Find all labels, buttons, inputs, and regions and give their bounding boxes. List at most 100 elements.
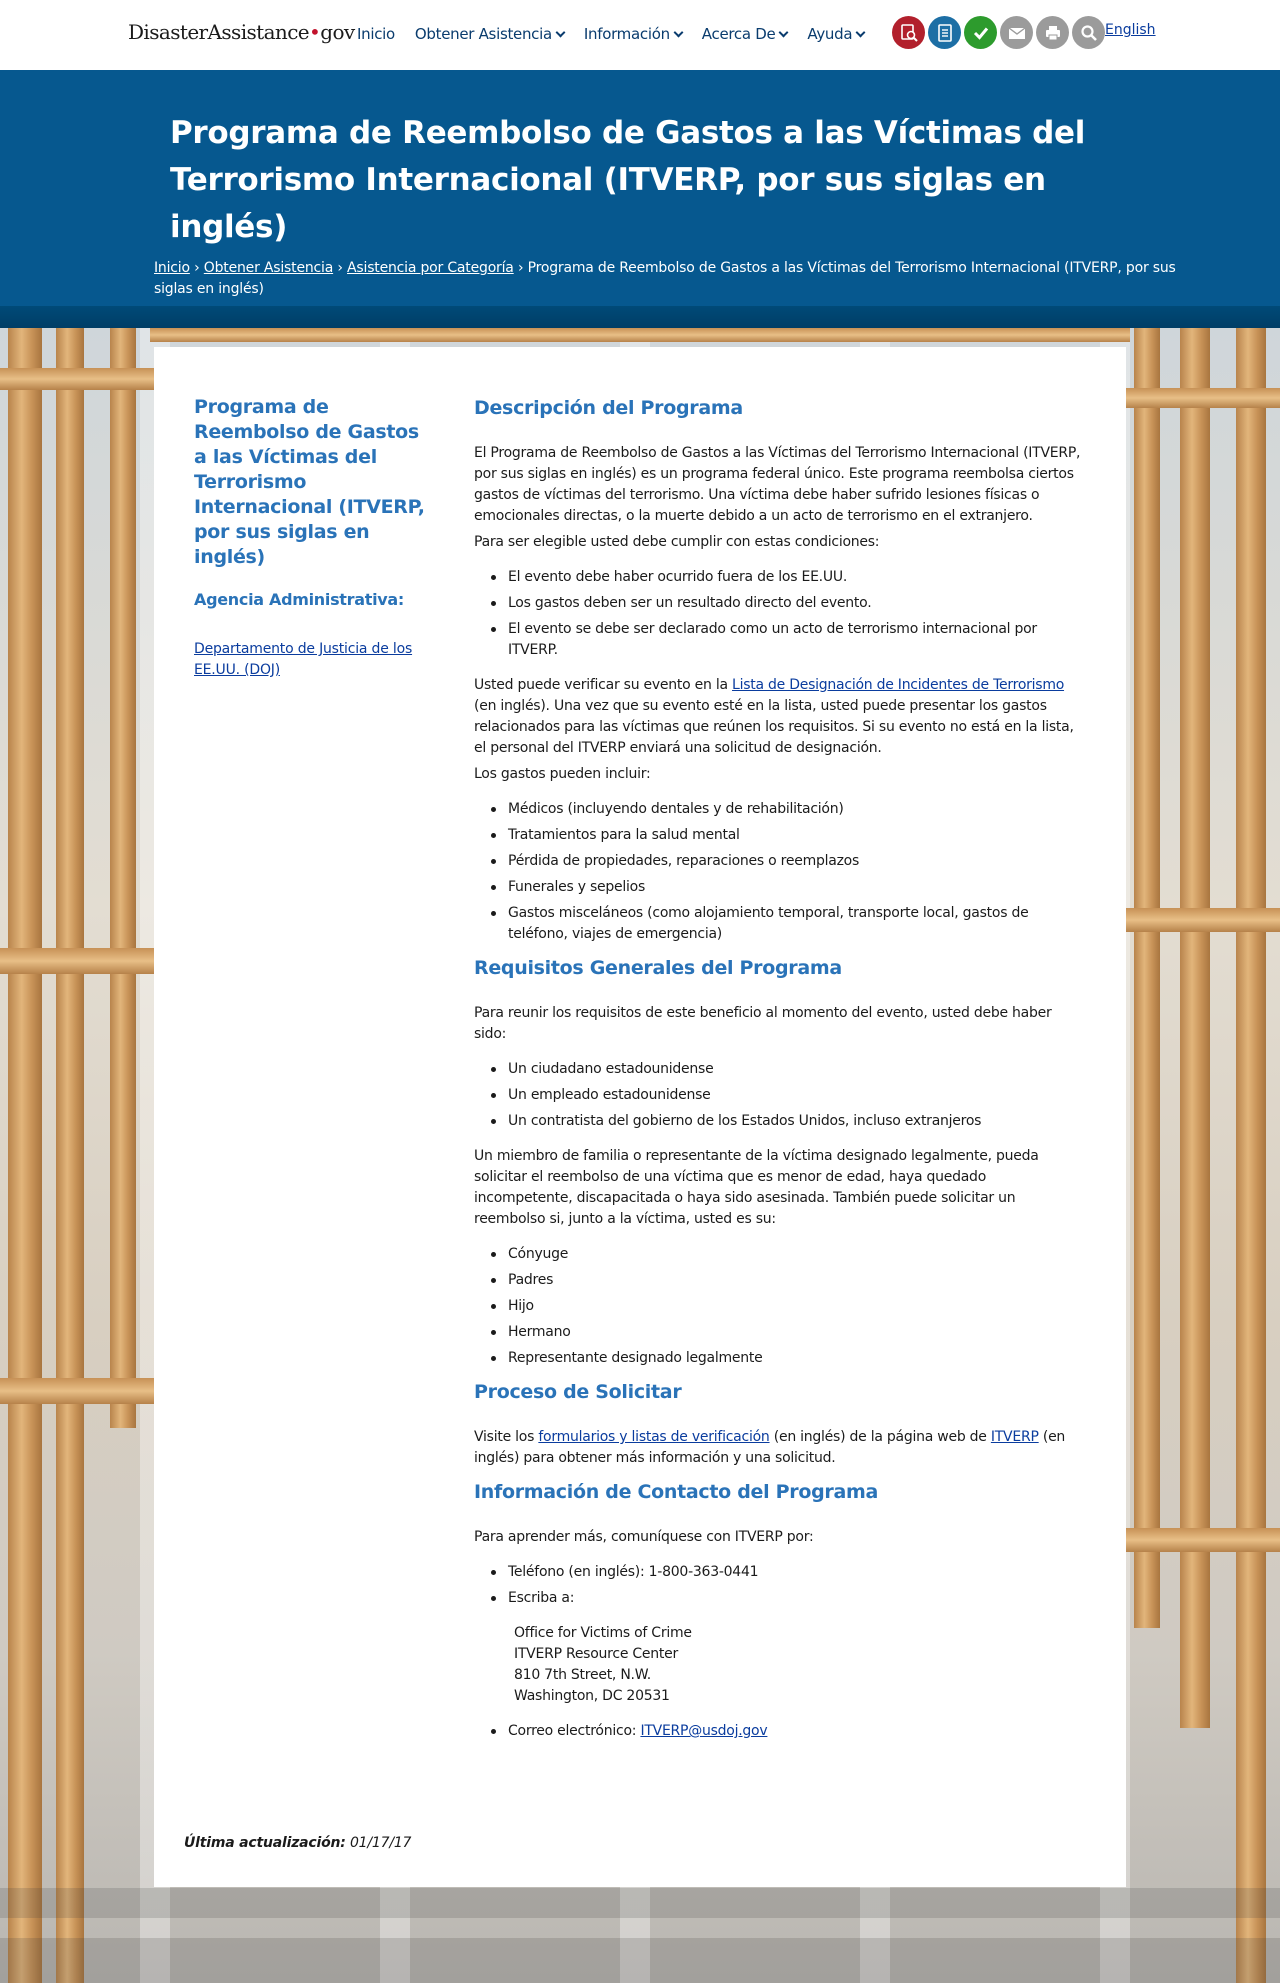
wood-beam	[1126, 1528, 1280, 1552]
family-paragraph: Un miembro de familia o representante de…	[474, 1148, 1039, 1227]
wood-stud	[1134, 328, 1160, 1628]
application-text: (en inglés) de la página web de	[769, 1429, 991, 1445]
address-line: ITVERP Resource Center	[514, 1646, 678, 1662]
top-header: DisasterAssistance•gov Inicio Obtener As…	[0, 0, 1280, 70]
list-item: Un empleado estadounidense	[474, 1085, 1084, 1106]
contact-list: Teléfono (en inglés): 1-800-363-0441 Esc…	[474, 1562, 1084, 1609]
email-icon[interactable]	[1000, 16, 1033, 49]
last-updated-date: 01/17/17	[349, 1835, 412, 1851]
breadcrumb-separator: ›	[194, 260, 200, 276]
main-nav: Inicio Obtener Asistencia Información Ac…	[357, 25, 884, 43]
wood-beam	[1126, 908, 1280, 932]
expenses-intro: Los gastos pueden incluir:	[474, 766, 651, 782]
site-logo[interactable]: DisasterAssistance•gov	[128, 20, 355, 44]
terrorism-incident-list-link[interactable]: Lista de Designación de Incidentes de Te…	[732, 677, 1064, 693]
content-card: Programa de Reembolso de Gastos a las Ví…	[154, 347, 1126, 1887]
list-item: El evento se debe ser declarado como un …	[474, 619, 1084, 661]
breadcrumb-separator: ›	[517, 260, 524, 276]
wood-stud	[56, 328, 84, 1983]
section-heading-requirements: Requisitos Generales del Programa	[474, 957, 842, 979]
logo-text-gov: gov	[320, 20, 355, 44]
email-label: Correo electrónico:	[508, 1723, 641, 1739]
wood-beam	[1126, 388, 1280, 408]
breadcrumb-separator: ›	[337, 260, 343, 276]
main-content: Descripción del Programa El Programa de …	[474, 395, 1084, 1742]
application-paragraph: Visite los formularios y listas de verif…	[474, 1427, 1084, 1469]
wood-beam	[0, 948, 154, 974]
nav-label: Información	[583, 25, 670, 43]
floor-shadow	[0, 1888, 1280, 1918]
requirements-intro: Para reunir los requisitos de este benef…	[474, 1005, 1052, 1042]
breadcrumb-link-obtener-asistencia[interactable]: Obtener Asistencia	[204, 260, 334, 276]
nav-item-obtener-asistencia[interactable]: Obtener Asistencia	[414, 25, 566, 43]
utility-toolbar	[892, 16, 1105, 49]
list-item: Los gastos deben ser un resultado direct…	[474, 593, 1084, 614]
list-item: El evento debe haber ocurrido fuera de l…	[474, 567, 1084, 588]
banner-bottom-strip	[0, 306, 1280, 328]
chevron-down-icon	[778, 27, 789, 37]
sidebar-program-title: Programa de Reembolso de Gastos a las Ví…	[194, 396, 425, 568]
search-doc-icon[interactable]	[892, 16, 925, 49]
nav-label: Obtener Asistencia	[414, 25, 552, 43]
application-text: Visite los	[474, 1429, 539, 1445]
verify-paragraph: Usted puede verificar su evento en la Li…	[474, 675, 1084, 759]
search-icon[interactable]	[1072, 16, 1105, 49]
list-item: Un ciudadano estadounidense	[474, 1059, 1084, 1080]
wood-beam	[0, 1378, 154, 1404]
nav-item-informacion[interactable]: Información	[583, 25, 684, 43]
nav-label: Acerca De	[701, 25, 776, 43]
address-line: Office for Victims of Crime	[514, 1625, 692, 1641]
print-icon[interactable]	[1036, 16, 1069, 49]
list-item: Tratamientos para la salud mental	[474, 825, 1084, 846]
nav-item-acerca-de[interactable]: Acerca De	[701, 25, 789, 43]
contact-phone: Teléfono (en inglés): 1-800-363-0441	[474, 1562, 1084, 1583]
last-updated: Última actualización: 01/17/17	[184, 1835, 411, 1851]
list-item: Hijo	[474, 1296, 1084, 1317]
chevron-down-icon	[855, 27, 866, 37]
checklist-icon[interactable]	[928, 16, 961, 49]
page-title: Programa de Reembolso de Gastos a las Ví…	[170, 115, 1086, 245]
logo-text-disaster: Disaster	[128, 20, 208, 44]
section-heading-description: Descripción del Programa	[474, 397, 743, 419]
logo-dot: •	[309, 20, 321, 44]
verify-text: (en inglés). Una vez que su evento esté …	[474, 698, 1074, 756]
chevron-down-icon	[555, 27, 566, 37]
language-toggle-link[interactable]: English	[1105, 22, 1156, 38]
contact-intro: Para aprender más, comuníquese con ITVER…	[474, 1529, 814, 1545]
conditions-list: El evento debe haber ocurrido fuera de l…	[474, 567, 1084, 661]
wood-stud	[1236, 328, 1266, 1983]
checkmark-icon[interactable]	[964, 16, 997, 49]
verify-text: Usted puede verificar su evento en la	[474, 677, 733, 693]
nav-label: Ayuda	[807, 25, 853, 43]
sidebar: Programa de Reembolso de Gastos a las Ví…	[194, 395, 434, 681]
wood-beam	[0, 368, 154, 390]
wood-stud	[1180, 328, 1210, 1728]
list-item: Padres	[474, 1270, 1084, 1291]
contact-email-item: Correo electrónico: ITVERP@usdoj.gov	[474, 1721, 1084, 1742]
logo-text-assistance: Assistance	[207, 20, 310, 44]
wood-beam	[150, 328, 1130, 342]
list-item: Cónyuge	[474, 1244, 1084, 1265]
nav-item-inicio[interactable]: Inicio	[357, 25, 395, 43]
sidebar-agency-label: Agencia Administrativa:	[194, 590, 404, 609]
list-item: Hermano	[474, 1322, 1084, 1343]
floor-shadow	[0, 1938, 1280, 1983]
requirements-list: Un ciudadano estadounidense Un empleado …	[474, 1059, 1084, 1132]
email-link[interactable]: ITVERP@usdoj.gov	[640, 1723, 767, 1739]
list-item: Médicos (incluyendo dentales y de rehabi…	[474, 799, 1084, 820]
list-item: Gastos misceláneos (como alojamiento tem…	[474, 903, 1084, 945]
wood-stud	[110, 328, 136, 1428]
breadcrumb-link-asistencia-por-categoria[interactable]: Asistencia por Categoría	[347, 260, 514, 276]
nav-item-ayuda[interactable]: Ayuda	[807, 25, 866, 43]
nav-label: Inicio	[357, 25, 395, 43]
itverp-website-link[interactable]: ITVERP	[991, 1429, 1039, 1445]
expenses-list: Médicos (incluyendo dentales y de rehabi…	[474, 799, 1084, 945]
forms-checklists-link[interactable]: formularios y listas de verificación	[538, 1429, 769, 1445]
breadcrumb-link-inicio[interactable]: Inicio	[154, 260, 190, 276]
sidebar-agency-link[interactable]: Departamento de Justicia de los EE.UU. (…	[194, 639, 434, 681]
list-item: Pérdida de propiedades, reparaciones o r…	[474, 851, 1084, 872]
mailing-address: Office for Victims of Crime ITVERP Resou…	[474, 1623, 1084, 1707]
address-line: Washington, DC 20531	[514, 1688, 670, 1704]
wood-stud	[8, 328, 42, 1983]
contact-email-list: Correo electrónico: ITVERP@usdoj.gov	[474, 1721, 1084, 1742]
